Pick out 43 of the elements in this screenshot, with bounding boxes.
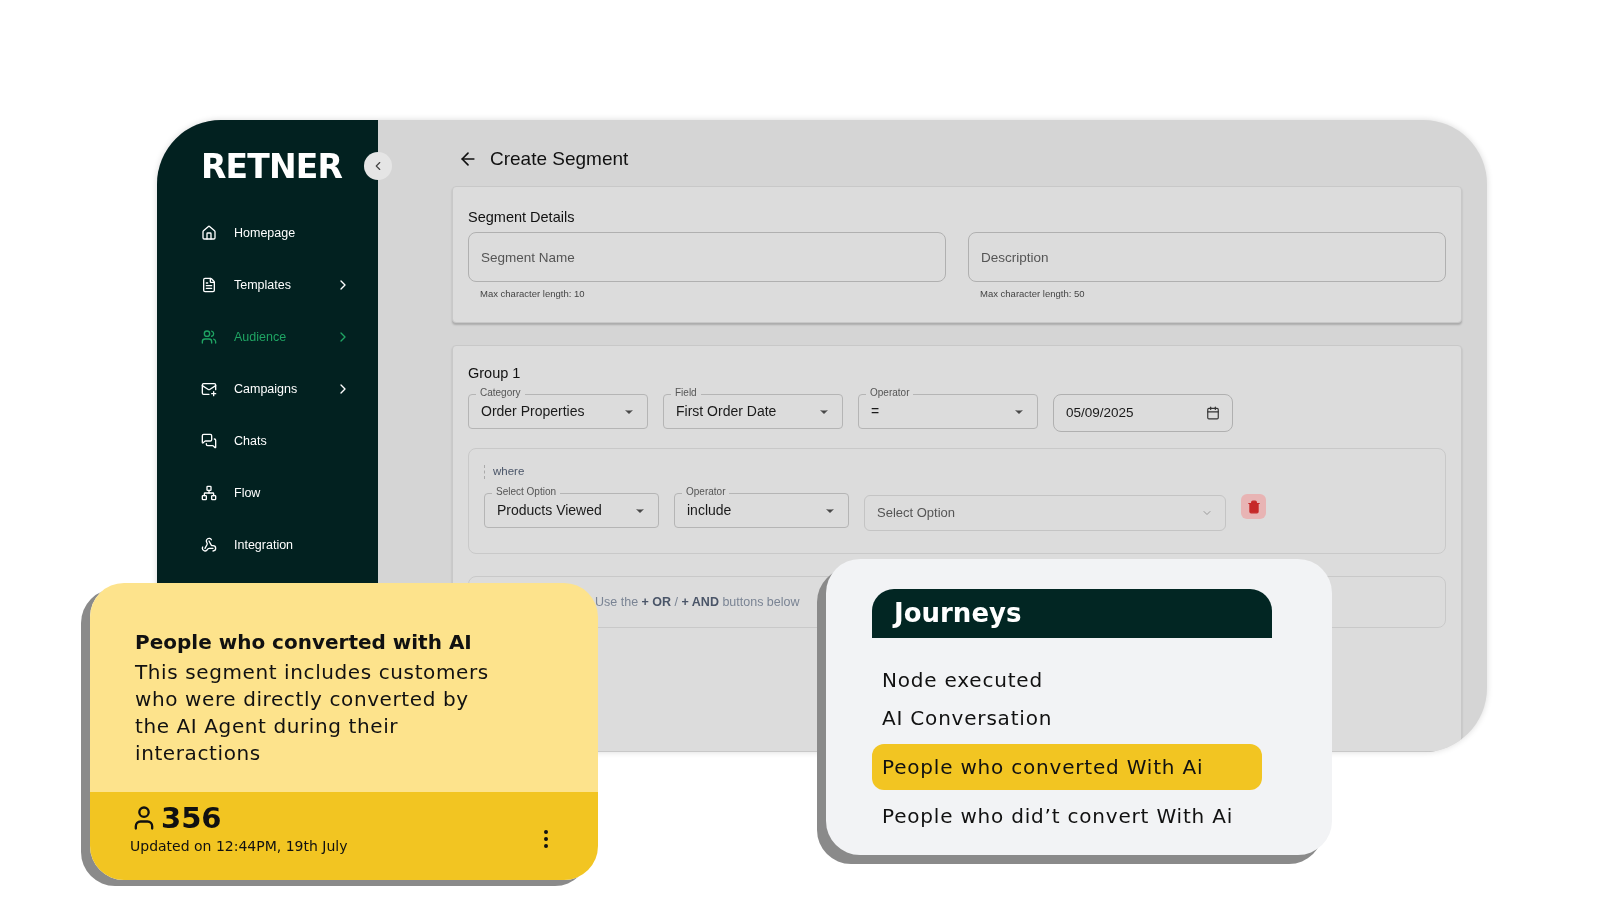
select-label: Operator (682, 485, 730, 499)
page-title: Create Segment (490, 147, 629, 171)
collapse-button[interactable] (364, 152, 392, 180)
people-icon (201, 329, 217, 345)
journey-item[interactable]: AI Conversation (872, 700, 1286, 736)
where-label: where (493, 464, 525, 480)
sidebar-item[interactable]: Templates (201, 273, 351, 297)
hierarchy-icon (201, 485, 217, 501)
home-icon (201, 225, 217, 241)
sidebar-item[interactable]: Campaigns (201, 377, 351, 401)
chat-icon (201, 433, 217, 449)
card-title: People who converted with AI (135, 630, 473, 654)
select-label: Select Option (492, 485, 561, 499)
select-label: Operator (866, 386, 914, 401)
field-hint: Max character length: 10 (480, 287, 586, 302)
text-field[interactable]: Description (968, 232, 1446, 283)
text-field[interactable]: Segment Name (468, 232, 946, 283)
sidebar-item[interactable]: Integration (201, 533, 351, 557)
section-title: Segment Details (468, 207, 576, 227)
sidebar-item[interactable]: Homepage (201, 221, 351, 245)
sidebar-item[interactable]: Audience (201, 325, 351, 349)
updated-text: Updated on 12:44PM, 19th July (130, 837, 348, 856)
date-field[interactable]: 05/09/2025 (1053, 394, 1233, 433)
select-field[interactable]: Select Option (864, 494, 1226, 531)
journey-item[interactable]: People who converted With Ai (872, 744, 1262, 790)
logo: RETNER (201, 150, 344, 183)
delete-button[interactable] (1241, 494, 1266, 519)
group-title: Group 1 (468, 363, 522, 383)
select-label: Category (476, 386, 525, 401)
journeys-header: Journeys (872, 589, 1272, 638)
webhook-icon (201, 537, 217, 553)
document-icon (201, 277, 217, 293)
sidebar-item[interactable]: Chats (201, 429, 351, 453)
hint-text: Use the + OR / + AND buttons below (595, 593, 800, 611)
field-hint: Max character length: 50 (980, 287, 1086, 302)
mail-icon (201, 381, 217, 397)
journey-item[interactable]: Node executed (872, 662, 1286, 698)
trash-icon (1246, 499, 1261, 514)
sidebar-item[interactable]: Flow (201, 481, 351, 505)
member-count: 356 (161, 802, 222, 834)
card-description: This segment includes customers who were directly converted by the AI Agent during their interactions (135, 659, 490, 767)
calendar-icon (1206, 406, 1220, 421)
journey-item[interactable]: People who did’t convert With Ai (872, 798, 1286, 834)
